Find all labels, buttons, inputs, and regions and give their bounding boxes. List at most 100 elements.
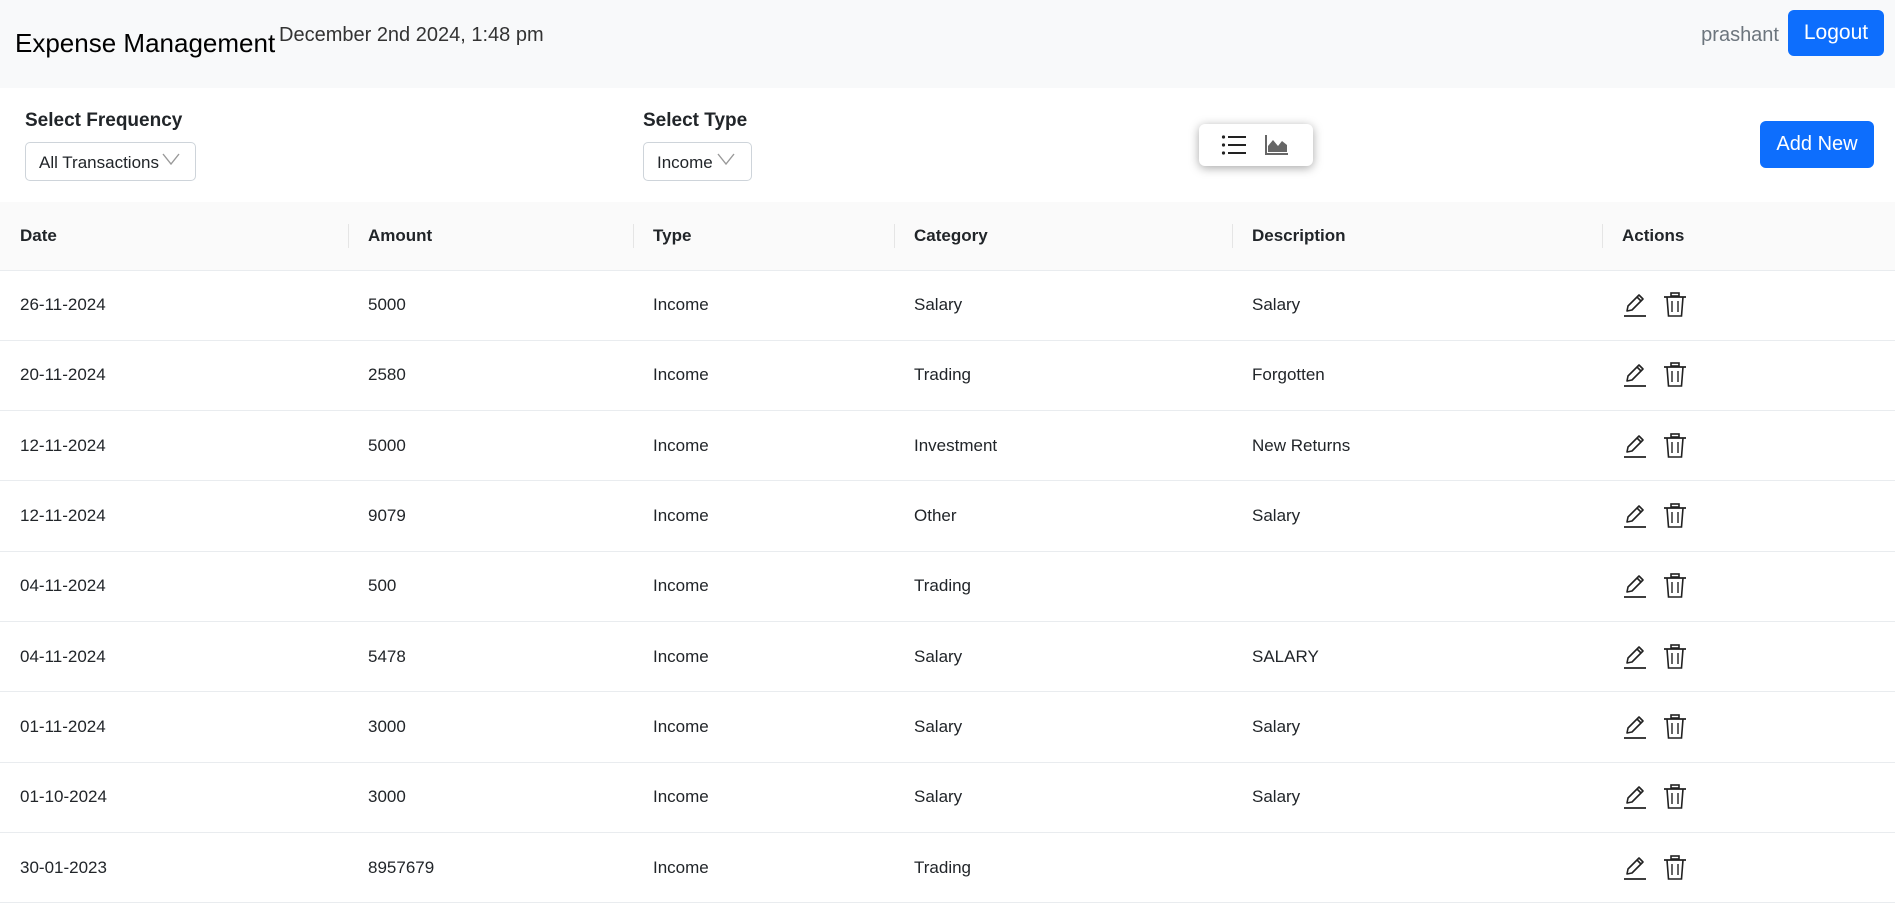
username: prashant — [1701, 24, 1779, 46]
delete-icon[interactable] — [1663, 714, 1687, 740]
delete-icon[interactable] — [1663, 573, 1687, 599]
delete-icon[interactable] — [1663, 643, 1687, 670]
cell-actions — [1602, 481, 1895, 551]
cell-amount: 8957679 — [368, 857, 435, 877]
cell-date: 30-01-2023 — [20, 857, 107, 877]
table-row[interactable]: 26-11-2024 5000 Income Salary Salary — [0, 270, 1895, 341]
edit-icon[interactable] — [1622, 503, 1648, 529]
cell-type: Income — [653, 576, 709, 596]
cell-amount: 500 — [368, 576, 397, 596]
cell-type: Income — [653, 646, 709, 666]
cell-amount: 5000 — [368, 435, 406, 455]
chevron-down-icon — [717, 153, 735, 166]
frequency-value: All Transactions — [39, 153, 159, 172]
table-row[interactable]: 30-01-2023 8957679 Income Trading — [0, 832, 1895, 903]
column-header-category[interactable]: Category — [894, 202, 1232, 271]
cell-type: Income — [653, 295, 709, 315]
cell-type: Income — [653, 857, 709, 877]
column-header-amount[interactable]: Amount — [348, 202, 633, 271]
cell-description: Salary — [1252, 506, 1301, 526]
cell-date: 26-11-2024 — [20, 295, 106, 315]
cell-type: Income — [653, 716, 709, 736]
edit-icon[interactable] — [1622, 362, 1648, 388]
cell-actions — [1602, 692, 1895, 762]
transactions-table: Date Amount Type Category Description Ac… — [0, 202, 1895, 903]
edit-icon[interactable] — [1622, 714, 1648, 740]
column-header-date[interactable]: Date — [0, 202, 348, 271]
cell-category: Trading — [914, 576, 972, 596]
cell-description: SALARY — [1252, 646, 1319, 666]
table-row[interactable]: 01-10-2024 3000 Income Salary Salary — [0, 762, 1895, 833]
cell-category: Other — [914, 506, 957, 526]
cell-date: 04-11-2024 — [20, 646, 106, 666]
cell-description: Forgotten — [1252, 365, 1325, 385]
cell-category: Investment — [914, 435, 998, 455]
cell-category: Trading — [914, 857, 972, 877]
edit-icon[interactable] — [1622, 433, 1648, 459]
table-row[interactable]: 04-11-2024 5478 Income Salary SALARY — [0, 621, 1895, 692]
cell-date: 12-11-2024 — [20, 435, 106, 455]
type-label: Select Type — [643, 110, 748, 131]
edit-icon[interactable] — [1622, 784, 1648, 810]
chevron-down-icon — [162, 153, 180, 166]
cell-amount: 5000 — [368, 295, 406, 315]
table-row[interactable]: 20-11-2024 2580 Income Trading Forgotten — [0, 340, 1895, 411]
edit-icon[interactable] — [1622, 644, 1648, 670]
table-row[interactable]: 12-11-2024 5000 Income Investment New Re… — [0, 411, 1895, 481]
delete-icon[interactable] — [1663, 292, 1687, 318]
cell-amount: 3000 — [368, 787, 406, 807]
cell-actions — [1602, 621, 1895, 691]
cell-amount: 2580 — [368, 365, 406, 385]
cell-amount: 5478 — [368, 646, 406, 666]
delete-icon[interactable] — [1663, 854, 1687, 881]
area-chart-icon[interactable] — [1265, 134, 1289, 156]
frequency-label: Select Frequency — [25, 110, 183, 131]
column-header-type[interactable]: Type — [633, 202, 894, 271]
app-brand[interactable]: Expense Management — [15, 28, 275, 59]
current-datetime: December 2nd 2024, 1:48 pm — [279, 24, 544, 46]
cell-type: Income — [653, 435, 709, 455]
cell-actions — [1602, 551, 1895, 621]
view-toggle — [1199, 124, 1313, 166]
frequency-select[interactable]: All Transactions — [25, 142, 196, 181]
list-icon[interactable] — [1221, 134, 1247, 156]
cell-description — [1232, 832, 1602, 902]
delete-icon[interactable] — [1663, 503, 1687, 529]
cell-description: Salary — [1252, 295, 1301, 315]
column-header-actions: Actions — [1602, 202, 1895, 271]
table-row[interactable]: 01-11-2024 3000 Income Salary Salary — [0, 692, 1895, 763]
cell-description — [1232, 551, 1602, 621]
cell-description: New Returns — [1252, 435, 1351, 455]
cell-type: Income — [653, 365, 709, 385]
delete-icon[interactable] — [1663, 362, 1687, 388]
cell-category: Salary — [914, 646, 963, 666]
add-new-button[interactable]: Add New — [1760, 121, 1874, 168]
edit-icon[interactable] — [1622, 292, 1648, 318]
cell-actions — [1602, 411, 1895, 481]
cell-actions — [1602, 832, 1895, 902]
cell-date: 04-11-2024 — [20, 576, 106, 596]
type-select[interactable]: Income — [643, 142, 752, 181]
edit-icon[interactable] — [1622, 573, 1648, 599]
cell-category: Salary — [914, 295, 963, 315]
delete-icon[interactable] — [1663, 784, 1687, 810]
cell-type: Income — [653, 506, 709, 526]
column-header-description[interactable]: Description — [1232, 202, 1602, 271]
cell-amount: 3000 — [368, 716, 406, 736]
table-row[interactable]: 04-11-2024 500 Income Trading — [0, 551, 1895, 622]
cell-date: 01-10-2024 — [20, 787, 107, 807]
cell-category: Salary — [914, 716, 963, 736]
delete-icon[interactable] — [1663, 432, 1687, 459]
edit-icon[interactable] — [1622, 855, 1648, 881]
cell-amount: 9079 — [368, 506, 406, 526]
cell-description: Salary — [1252, 787, 1301, 807]
cell-description: Salary — [1252, 716, 1301, 736]
logout-button[interactable]: Logout — [1788, 10, 1884, 56]
cell-actions — [1602, 762, 1895, 832]
cell-date: 01-11-2024 — [20, 716, 106, 736]
table-row[interactable]: 12-11-2024 9079 Income Other Salary — [0, 481, 1895, 552]
cell-date: 12-11-2024 — [20, 506, 106, 526]
cell-actions — [1602, 270, 1895, 340]
cell-date: 20-11-2024 — [20, 365, 106, 385]
filter-bar — [0, 88, 1895, 200]
